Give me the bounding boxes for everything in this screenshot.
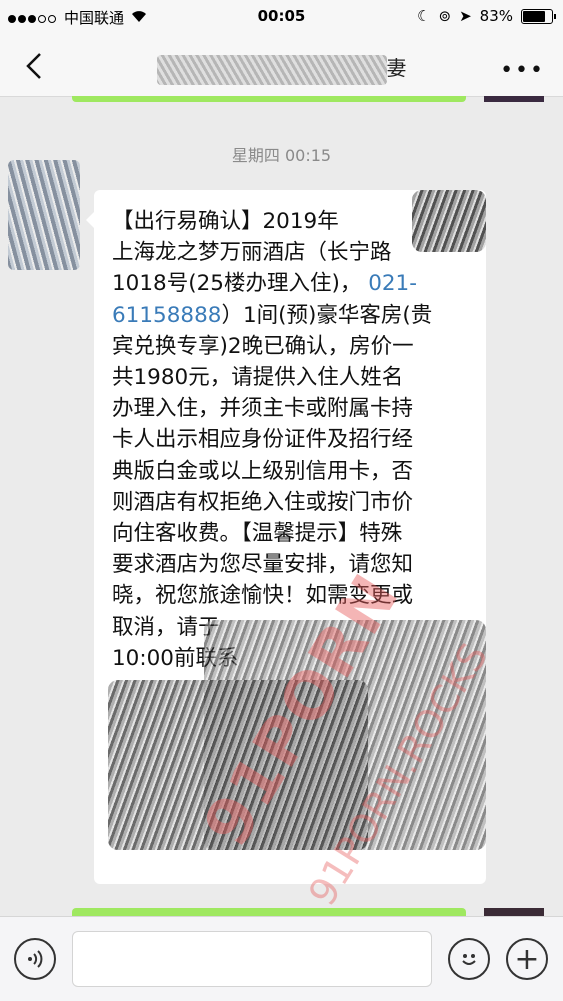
chat-title: 妻 (140, 52, 423, 85)
message-line: 宾兑换专享)2晚已确认，房价一 (112, 333, 414, 359)
message-line-part: 1018号(25楼办理入住)， (112, 271, 362, 297)
emoji-button[interactable] (448, 938, 490, 980)
redaction-scribble (412, 190, 486, 252)
message-line: 共1980元，请提供入住人姓名 (112, 365, 404, 391)
message-line-part: ）1间(预)豪华客房(贵 (221, 302, 433, 328)
message-line: 要求酒店为您尽量安排，请您知 (112, 552, 414, 578)
plus-button[interactable]: + (506, 938, 548, 980)
message-text: 【出行易确认】2019年 上海龙之梦万丽酒店（长宁路 1018号(25楼办理入住… (112, 206, 474, 674)
more-button[interactable]: ••• (500, 58, 545, 83)
battery-percent: 83% (479, 7, 513, 25)
message-timestamp: 星期四 00:15 (231, 146, 332, 165)
message-input[interactable] (72, 931, 432, 987)
location-icon: ➤ (459, 7, 472, 25)
message-line: 晓，祝您旅途愉快！如需变更或 (112, 583, 414, 609)
message-line: 向住客收费。【温馨提示】特殊 (112, 521, 403, 547)
message-line: 办理入住，并须主卡或附属卡持 (112, 396, 414, 422)
rotation-lock-icon: ⊚ (438, 7, 452, 25)
message-line: 则酒店有权拒绝入住或按门市价 (112, 489, 414, 515)
smiley-icon (462, 954, 476, 965)
message-line: 61158888）1间(预)豪华客房(贵 (112, 300, 474, 331)
nav-bar: 妻 ••• (0, 34, 563, 97)
back-button[interactable] (18, 48, 54, 84)
previous-message-bubble (72, 96, 466, 102)
phone-link[interactable]: 021- (368, 271, 417, 296)
redacted-name (156, 54, 387, 85)
input-bar: + (0, 916, 563, 1001)
message-line: 卡人出示相应身份证件及招行经 (112, 427, 414, 453)
moon-icon: ☾ (417, 7, 431, 25)
voice-icon (28, 950, 43, 968)
status-right: ☾ ⊚ ➤ 83% (417, 7, 556, 25)
contact-avatar[interactable] (8, 160, 80, 270)
chevron-left-icon (26, 53, 41, 79)
battery-icon (521, 8, 556, 24)
chat-title-fragment: 妻 (386, 56, 407, 80)
status-bar: 中国联通 00:05 ☾ ⊚ ➤ 83% (0, 0, 563, 34)
plus-icon: + (514, 941, 540, 977)
phone-link[interactable]: 61158888 (112, 303, 221, 328)
voice-button[interactable] (14, 938, 56, 980)
self-avatar[interactable] (484, 96, 544, 102)
message-line: 典版白金或以上级别信用卡，否 (112, 458, 414, 484)
message-line: 1018号(25楼办理入住)， 021- (112, 268, 474, 299)
